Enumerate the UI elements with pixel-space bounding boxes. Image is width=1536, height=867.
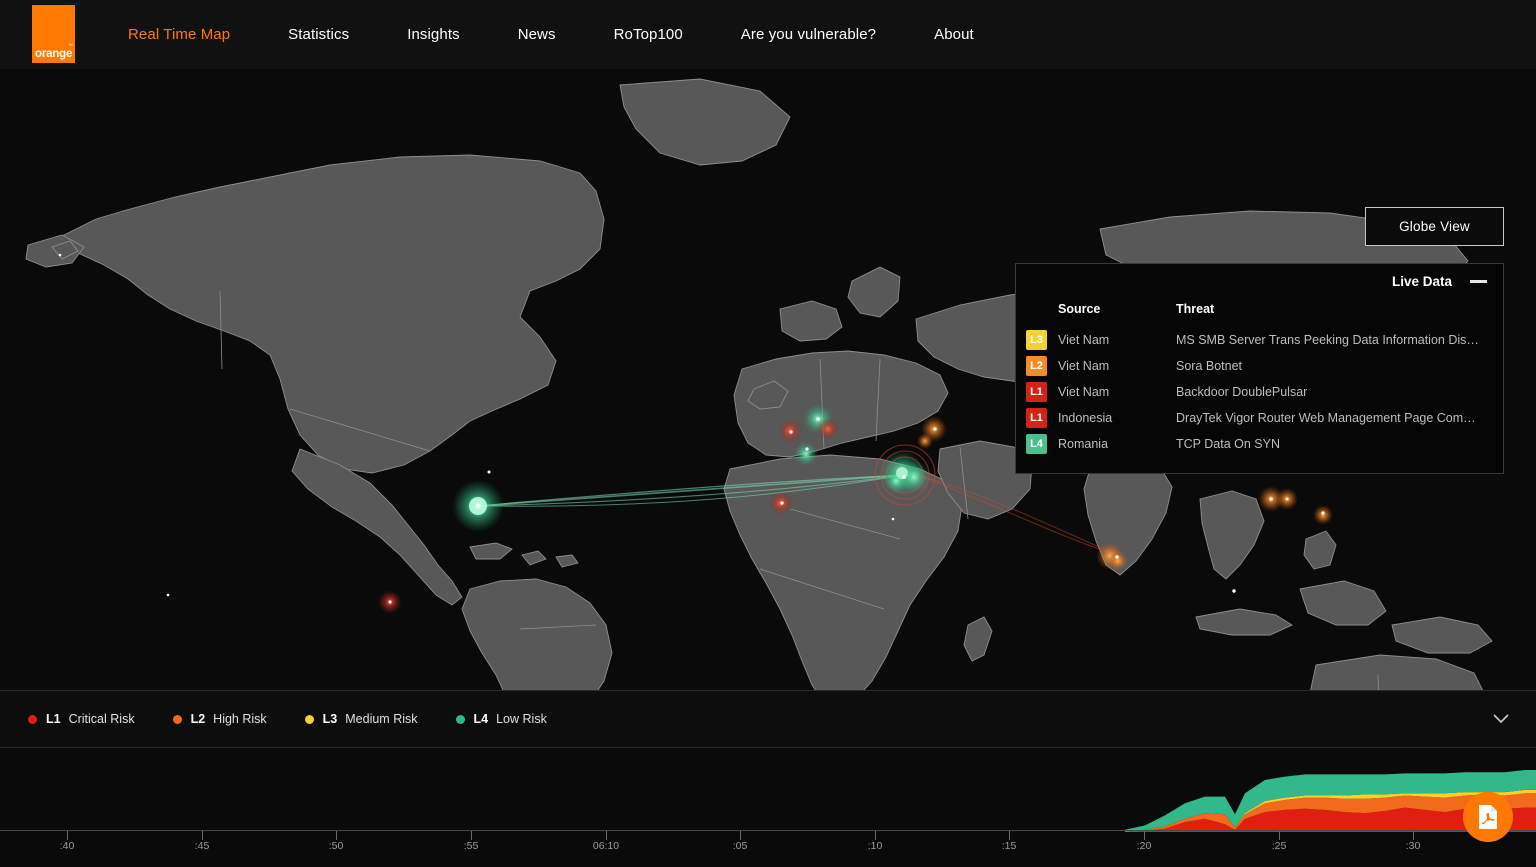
timeline-tick-line <box>1144 831 1145 840</box>
threat-volume-area-chart[interactable] <box>0 748 1536 832</box>
row-threat: TCP Data On SYN <box>1176 431 1503 457</box>
legend-item-l1[interactable]: L1 Critical Risk <box>28 712 135 726</box>
legend-level: L3 <box>323 712 338 726</box>
row-threat: MS SMB Server Trans Peeking Data Informa… <box>1176 327 1503 353</box>
timeline-tick-label: :40 <box>60 840 75 852</box>
timeline-tick-label: :05 <box>733 840 748 852</box>
row-source: Indonesia <box>1058 405 1176 431</box>
risk-level-badge: L2 <box>1026 356 1047 376</box>
logo-wordmark: orange <box>35 48 72 60</box>
legend-dot-icon <box>28 715 37 724</box>
nav-item-real-time-map[interactable]: Real Time Map <box>128 26 230 43</box>
live-data-title: Live Data <box>1392 274 1452 289</box>
timeline-axis[interactable]: :40 :45 :50 :55 06:10 :05 :10 :15 :20 :25 :30 <box>0 830 1536 867</box>
risk-badge-cell: L1 <box>1016 379 1058 405</box>
table-row[interactable]: L4 Romania TCP Data On SYN <box>1016 431 1503 457</box>
globe-view-button[interactable]: Globe View <box>1365 207 1504 246</box>
risk-badge-cell: L4 <box>1016 431 1058 457</box>
timeline-tick-label: :25 <box>1272 840 1287 852</box>
risk-badge-cell: L2 <box>1016 353 1058 379</box>
table-row[interactable]: L1 Indonesia DrayTek Vigor Router Web Ma… <box>1016 405 1503 431</box>
row-source: Viet Nam <box>1058 379 1176 405</box>
orange-logo[interactable]: ™ orange <box>32 5 75 63</box>
live-data-header: Live Data <box>1016 264 1503 298</box>
risk-badge-cell: L3 <box>1016 327 1058 353</box>
timeline-tick-label: :20 <box>1137 840 1152 852</box>
nav-item-statistics[interactable]: Statistics <box>288 26 349 43</box>
chevron-down-icon[interactable] <box>1488 706 1514 732</box>
nav-items: Real Time Map Statistics Insights News R… <box>128 26 1032 43</box>
timeline-tick-line <box>336 831 337 840</box>
row-threat: Backdoor DoublePulsar <box>1176 379 1503 405</box>
timeline-tick-line <box>1279 831 1280 840</box>
nav-item-insights[interactable]: Insights <box>407 26 460 43</box>
legend-level: L4 <box>474 712 489 726</box>
nav-item-are-you-vulnerable[interactable]: Are you vulnerable? <box>741 26 876 43</box>
table-row[interactable]: L1 Viet Nam Backdoor DoublePulsar <box>1016 379 1503 405</box>
timeline-tick-line <box>1009 831 1010 840</box>
table-header-row: Source Threat <box>1016 298 1503 327</box>
legend-dot-icon <box>456 715 465 724</box>
timeline-tick-label: :45 <box>195 840 210 852</box>
live-data-table: Source Threat L3 Viet Nam MS SMB Server … <box>1016 298 1503 457</box>
live-data-rows: L3 Viet Nam MS SMB Server Trans Peeking … <box>1016 327 1503 457</box>
timeline-tick-line <box>471 831 472 840</box>
table-row[interactable]: L2 Viet Nam Sora Botnet <box>1016 353 1503 379</box>
row-source: Romania <box>1058 431 1176 457</box>
timeline-tick-label: :55 <box>464 840 479 852</box>
legend-label: Low Risk <box>496 712 547 726</box>
risk-badge-cell: L1 <box>1016 405 1058 431</box>
minimize-icon[interactable] <box>1470 280 1487 283</box>
timeline-tick-label: :30 <box>1406 840 1421 852</box>
download-pdf-button[interactable] <box>1463 792 1513 842</box>
legend-level: L2 <box>191 712 206 726</box>
legend-item-l3[interactable]: L3 Medium Risk <box>305 712 418 726</box>
legend-item-l4[interactable]: L4 Low Risk <box>456 712 547 726</box>
world-map-canvas[interactable]: Globe View Live Data Source Threat L3 <box>0 69 1536 690</box>
legend-item-l2[interactable]: L2 High Risk <box>173 712 267 726</box>
legend-label: Medium Risk <box>345 712 417 726</box>
column-header-source: Source <box>1016 298 1176 327</box>
legend-items: L1 Critical Risk L2 High Risk L3 Medium … <box>28 712 585 726</box>
row-source: Viet Nam <box>1058 327 1176 353</box>
legend-label: High Risk <box>213 712 267 726</box>
row-source: Viet Nam <box>1058 353 1176 379</box>
risk-legend-bar: L1 Critical Risk L2 High Risk L3 Medium … <box>0 690 1536 748</box>
nav-item-rotop100[interactable]: RoTop100 <box>614 26 683 43</box>
timeline-tick-line <box>67 831 68 840</box>
legend-dot-icon <box>305 715 314 724</box>
timeline-tick-line <box>1413 831 1414 840</box>
timeline-panel: :40 :45 :50 :55 06:10 :05 :10 :15 :20 :25 :30 <box>0 748 1536 867</box>
nav-item-about[interactable]: About <box>934 26 974 43</box>
timeline-tick-line <box>202 831 203 840</box>
top-navigation-bar: ™ orange Real Time Map Statistics Insigh… <box>0 0 1536 69</box>
row-threat: DrayTek Vigor Router Web Management Page… <box>1176 405 1503 431</box>
risk-level-badge: L4 <box>1026 434 1047 454</box>
timeline-tick-label: :10 <box>868 840 883 852</box>
row-threat: Sora Botnet <box>1176 353 1503 379</box>
timeline-tick-label: :50 <box>329 840 344 852</box>
threat-map-app: ™ orange Real Time Map Statistics Insigh… <box>0 0 1536 867</box>
timeline-tick-label: :15 <box>1002 840 1017 852</box>
timeline-tick-line <box>875 831 876 840</box>
chevron-down-glyph <box>1493 714 1509 724</box>
pdf-file-icon <box>1477 804 1499 830</box>
legend-level: L1 <box>46 712 61 726</box>
risk-level-badge: L1 <box>1026 408 1047 428</box>
nav-item-news[interactable]: News <box>518 26 556 43</box>
timeline-tick-line <box>606 831 607 840</box>
risk-level-badge: L3 <box>1026 330 1047 350</box>
legend-dot-icon <box>173 715 182 724</box>
risk-level-badge: L1 <box>1026 382 1047 402</box>
legend-label: Critical Risk <box>69 712 135 726</box>
timeline-tick-line <box>740 831 741 840</box>
live-data-panel: Live Data Source Threat L3 Viet Nam <box>1015 263 1504 474</box>
timeline-tick-label: 06:10 <box>593 840 619 852</box>
column-header-threat: Threat <box>1176 298 1503 327</box>
table-row[interactable]: L3 Viet Nam MS SMB Server Trans Peeking … <box>1016 327 1503 353</box>
